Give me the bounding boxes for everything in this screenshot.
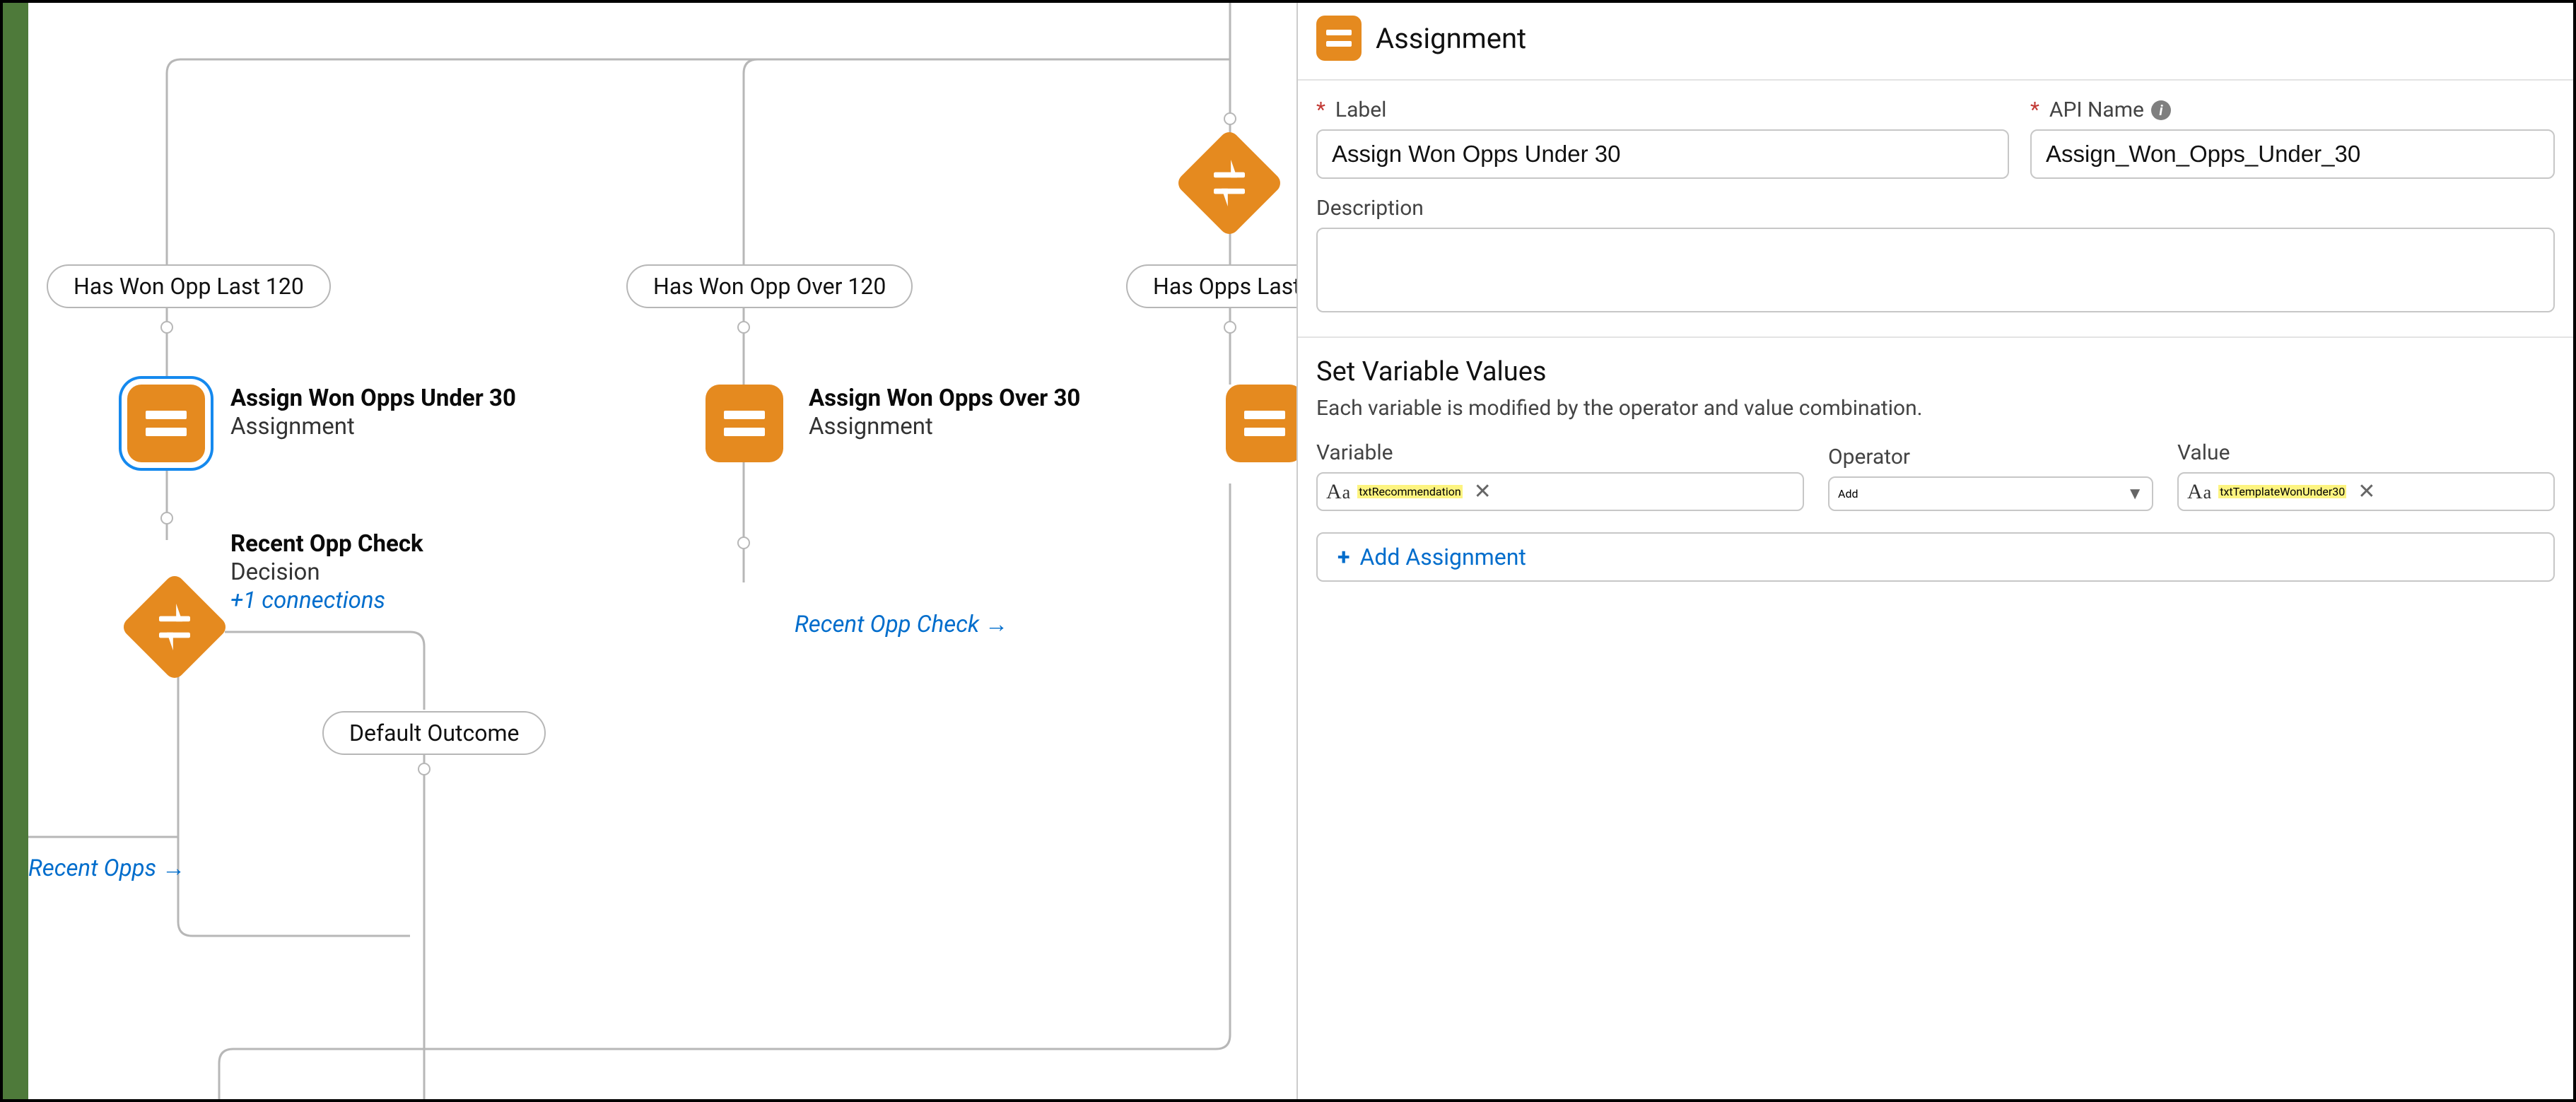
description-field-label: Description (1316, 196, 2555, 221)
connector-dot (160, 512, 173, 524)
goto-link-recent-opps[interactable]: Recent Opps → (28, 855, 185, 882)
node-sub-under-30: Assignment (230, 413, 355, 440)
connector-dot (418, 763, 431, 775)
panel-header: Assignment (1298, 3, 2573, 79)
section-set-variable-sub: Each variable is modified by the operato… (1298, 392, 2573, 440)
operator-select[interactable]: Add ▼ (1828, 476, 2153, 511)
outcome-pill-won-over-120[interactable]: Has Won Opp Over 120 (626, 264, 913, 308)
outcome-pill-default[interactable]: Default Outcome (322, 711, 546, 755)
node-sub-over-30: Assignment (809, 413, 933, 440)
connector-dot (1224, 112, 1236, 125)
text-type-icon: Aa (2187, 480, 2211, 504)
assignment-node-right[interactable] (1226, 385, 1304, 462)
text-type-icon: Aa (1326, 480, 1350, 504)
info-icon[interactable]: i (2151, 100, 2171, 120)
property-panel: Assignment *Label *API Namei Description (1296, 3, 2573, 1099)
node-sub-recent-opp: Decision (230, 558, 320, 586)
operator-value: Add (1838, 487, 1858, 500)
node-title-over-30: Assign Won Opps Over 30 (809, 385, 1080, 412)
decision-node-top[interactable] (1190, 144, 1268, 222)
panel-title: Assignment (1376, 22, 1526, 55)
app-root: Re De Has Won Opp Last 120 Has Won Opp O… (0, 0, 2576, 1102)
connector-dot (1224, 321, 1236, 334)
variable-label: Variable (1316, 440, 1804, 465)
decision-node-recent-opp[interactable] (136, 588, 213, 666)
assignment-node-over-30[interactable] (706, 385, 783, 462)
node-extra-connections[interactable]: +1 connections (230, 587, 385, 614)
clear-variable-icon[interactable]: ✕ (1470, 479, 1496, 504)
label-input[interactable] (1316, 129, 2009, 179)
assignment-row: Variable Aa txtRecommendation ✕ Operator… (1298, 440, 2573, 511)
goto-link-recent-opp-check[interactable]: Recent Opp Check → (795, 611, 1008, 638)
clear-value-icon[interactable]: ✕ (2353, 479, 2379, 504)
flow-canvas[interactable]: Re De Has Won Opp Last 120 Has Won Opp O… (28, 3, 2573, 1099)
operator-label: Operator (1828, 445, 2153, 469)
variable-input[interactable]: Aa txtRecommendation ✕ (1316, 472, 1804, 511)
connector-dot (737, 321, 750, 334)
apiname-input[interactable] (2030, 129, 2555, 179)
connector-dot (160, 321, 173, 334)
section-set-variable-title: Set Variable Values (1298, 338, 2573, 392)
variable-token: txtRecommendation (1357, 485, 1462, 498)
value-label: Value (2177, 440, 2555, 465)
node-title-under-30: Assign Won Opps Under 30 (230, 385, 516, 412)
left-accent-bar (3, 3, 28, 1099)
connector-dot (737, 537, 750, 549)
assignment-node-under-30[interactable] (127, 385, 205, 462)
outcome-pill-won-last-120[interactable]: Has Won Opp Last 120 (47, 264, 331, 308)
label-field-label: *Label (1316, 98, 2009, 122)
assignment-element-icon (1316, 16, 1362, 61)
value-token: txtTemplateWonUnder30 (2218, 485, 2346, 498)
node-title-recent-opp: Recent Opp Check (230, 530, 423, 558)
add-assignment-button[interactable]: + Add Assignment (1316, 532, 2555, 582)
description-input[interactable] (1316, 228, 2555, 312)
plus-icon: + (1337, 544, 1350, 570)
chevron-down-icon: ▼ (2126, 483, 2143, 504)
apiname-field-label: *API Namei (2030, 98, 2555, 122)
value-input[interactable]: Aa txtTemplateWonUnder30 ✕ (2177, 472, 2555, 511)
form-basic-info: *Label *API Namei Description (1298, 79, 2573, 338)
